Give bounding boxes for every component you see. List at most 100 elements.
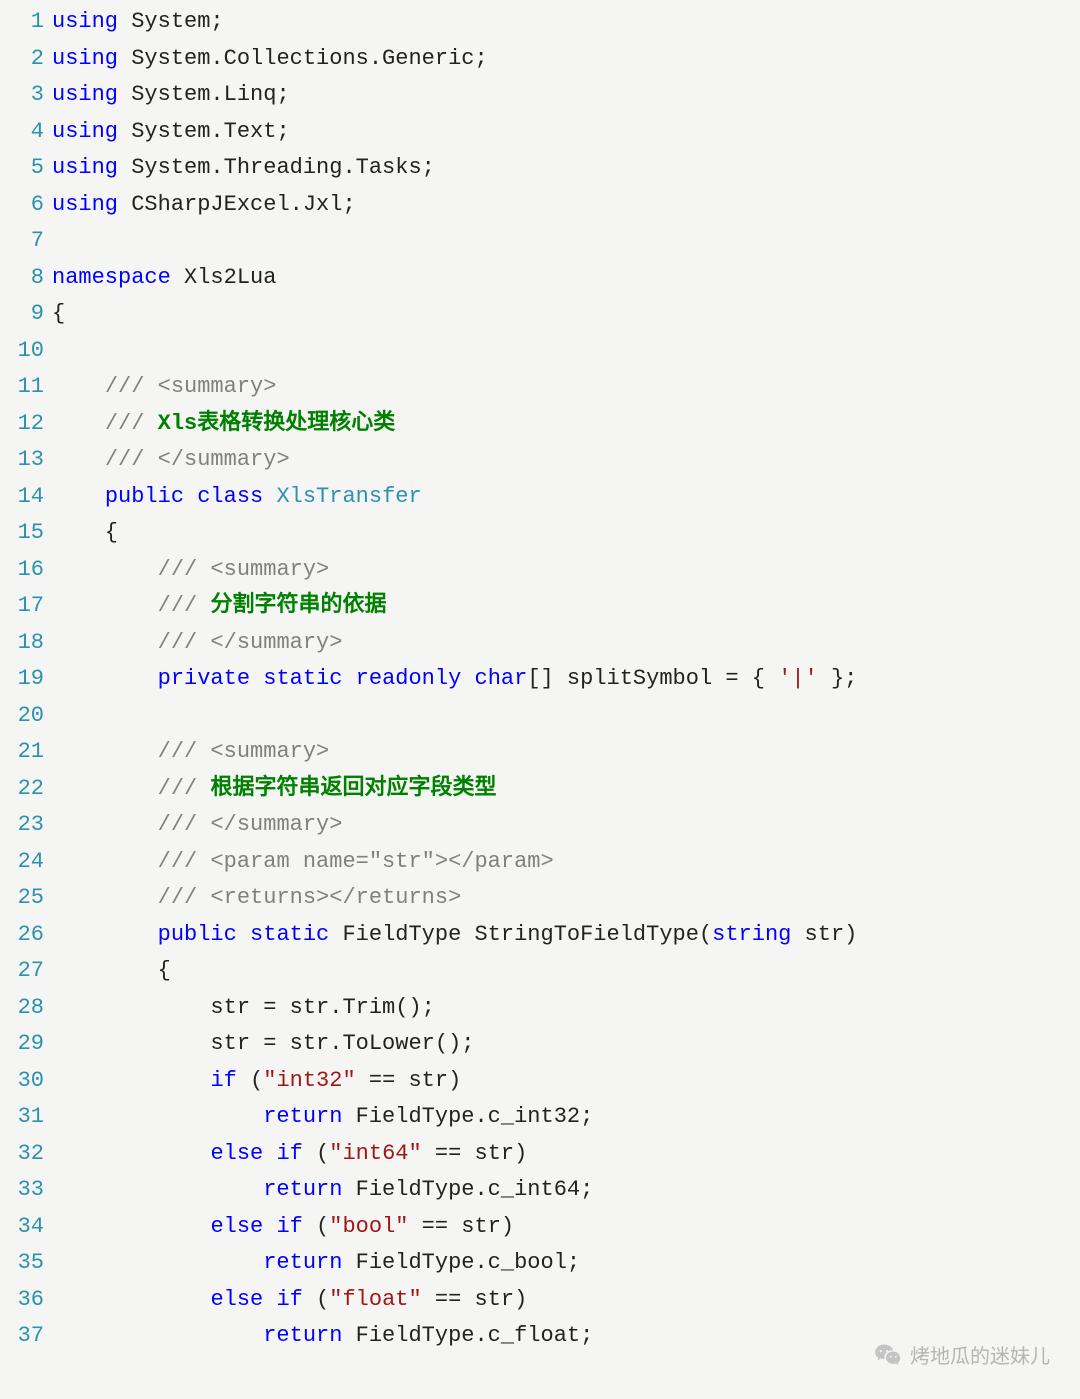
token: System; xyxy=(118,9,224,34)
code-line: public static FieldType StringToFieldTyp… xyxy=(52,917,1080,954)
token xyxy=(52,849,158,874)
code-line xyxy=(52,333,1080,370)
line-number: 28 xyxy=(0,990,44,1027)
line-number: 18 xyxy=(0,625,44,662)
line-number: 24 xyxy=(0,844,44,881)
token: static xyxy=(250,922,329,947)
line-number: 37 xyxy=(0,1318,44,1355)
line-number: 3 xyxy=(0,77,44,114)
token xyxy=(52,630,158,655)
code-line: /// <summary> xyxy=(52,369,1080,406)
token xyxy=(237,922,250,947)
token: else xyxy=(210,1141,263,1166)
token: str) xyxy=(791,922,857,947)
token: /// xyxy=(158,593,211,618)
line-number: 30 xyxy=(0,1063,44,1100)
token: using xyxy=(52,155,118,180)
token: ( xyxy=(237,1068,263,1093)
line-number: 10 xyxy=(0,333,44,370)
code-line: using System.Text; xyxy=(52,114,1080,151)
line-number: 16 xyxy=(0,552,44,589)
token xyxy=(263,1214,276,1239)
token: else xyxy=(210,1214,263,1239)
code-line: { xyxy=(52,515,1080,552)
code-line: else if ("bool" == str) xyxy=(52,1209,1080,1246)
token xyxy=(263,1141,276,1166)
token: if xyxy=(276,1141,302,1166)
line-number: 31 xyxy=(0,1099,44,1136)
token xyxy=(184,484,197,509)
token: /// <summary> xyxy=(105,374,277,399)
code-line: /// 分割字符串的依据 xyxy=(52,588,1080,625)
code-line: /// <summary> xyxy=(52,734,1080,771)
token: FieldType.c_bool; xyxy=(342,1250,580,1275)
code-line: else if ("float" == str) xyxy=(52,1282,1080,1319)
token xyxy=(250,666,263,691)
token: class xyxy=(197,484,263,509)
token xyxy=(52,922,158,947)
token: return xyxy=(263,1104,342,1129)
code-line: /// <summary> xyxy=(52,552,1080,589)
token xyxy=(342,666,355,691)
token xyxy=(52,484,105,509)
token: /// <param name="str"></param> xyxy=(158,849,554,874)
token: == str) xyxy=(422,1287,528,1312)
line-number: 14 xyxy=(0,479,44,516)
token: { xyxy=(52,520,118,545)
code-line xyxy=(52,223,1080,260)
token xyxy=(52,1104,263,1129)
token: return xyxy=(263,1250,342,1275)
line-number: 26 xyxy=(0,917,44,954)
token xyxy=(52,1323,263,1348)
code-line: if ("int32" == str) xyxy=(52,1063,1080,1100)
token xyxy=(263,484,276,509)
token: /// <summary> xyxy=(158,557,330,582)
wechat-icon xyxy=(874,1341,902,1369)
code-container: 1234567891011121314151617181920212223242… xyxy=(0,0,1080,1355)
code-line: return FieldType.c_bool; xyxy=(52,1245,1080,1282)
code-line: /// 根据字符串返回对应字段类型 xyxy=(52,771,1080,808)
line-number: 33 xyxy=(0,1172,44,1209)
token xyxy=(52,885,158,910)
token xyxy=(52,812,158,837)
line-number: 17 xyxy=(0,588,44,625)
code-line: str = str.ToLower(); xyxy=(52,1026,1080,1063)
code-line: /// </summary> xyxy=(52,625,1080,662)
token: FieldType.c_int32; xyxy=(342,1104,593,1129)
token: FieldType.c_int64; xyxy=(342,1177,593,1202)
token xyxy=(52,447,105,472)
line-number: 35 xyxy=(0,1245,44,1282)
code-line: using System.Threading.Tasks; xyxy=(52,150,1080,187)
line-number: 11 xyxy=(0,369,44,406)
code-line: using System; xyxy=(52,4,1080,41)
line-number: 6 xyxy=(0,187,44,224)
token: return xyxy=(263,1323,342,1348)
token xyxy=(52,1068,210,1093)
token: 根据字符串返回对应字段类型 xyxy=(210,776,496,801)
token xyxy=(52,776,158,801)
line-number: 4 xyxy=(0,114,44,151)
token: namespace xyxy=(52,265,171,290)
code-line: return FieldType.c_int32; xyxy=(52,1099,1080,1136)
token: else xyxy=(210,1287,263,1312)
token: if xyxy=(276,1287,302,1312)
code-line: /// </summary> xyxy=(52,807,1080,844)
token: static xyxy=(263,666,342,691)
token: /// xyxy=(158,776,211,801)
token: /// </summary> xyxy=(158,630,343,655)
line-number: 8 xyxy=(0,260,44,297)
line-number: 23 xyxy=(0,807,44,844)
line-number: 7 xyxy=(0,223,44,260)
token: ( xyxy=(303,1214,329,1239)
token: private xyxy=(158,666,250,691)
token: /// </summary> xyxy=(158,812,343,837)
code-line: public class XlsTransfer xyxy=(52,479,1080,516)
code-line: using System.Collections.Generic; xyxy=(52,41,1080,78)
token: public xyxy=(158,922,237,947)
token xyxy=(52,666,158,691)
code-line: /// </summary> xyxy=(52,442,1080,479)
line-number: 22 xyxy=(0,771,44,808)
line-number: 13 xyxy=(0,442,44,479)
token xyxy=(52,739,158,764)
token: str = str.Trim(); xyxy=(52,995,435,1020)
